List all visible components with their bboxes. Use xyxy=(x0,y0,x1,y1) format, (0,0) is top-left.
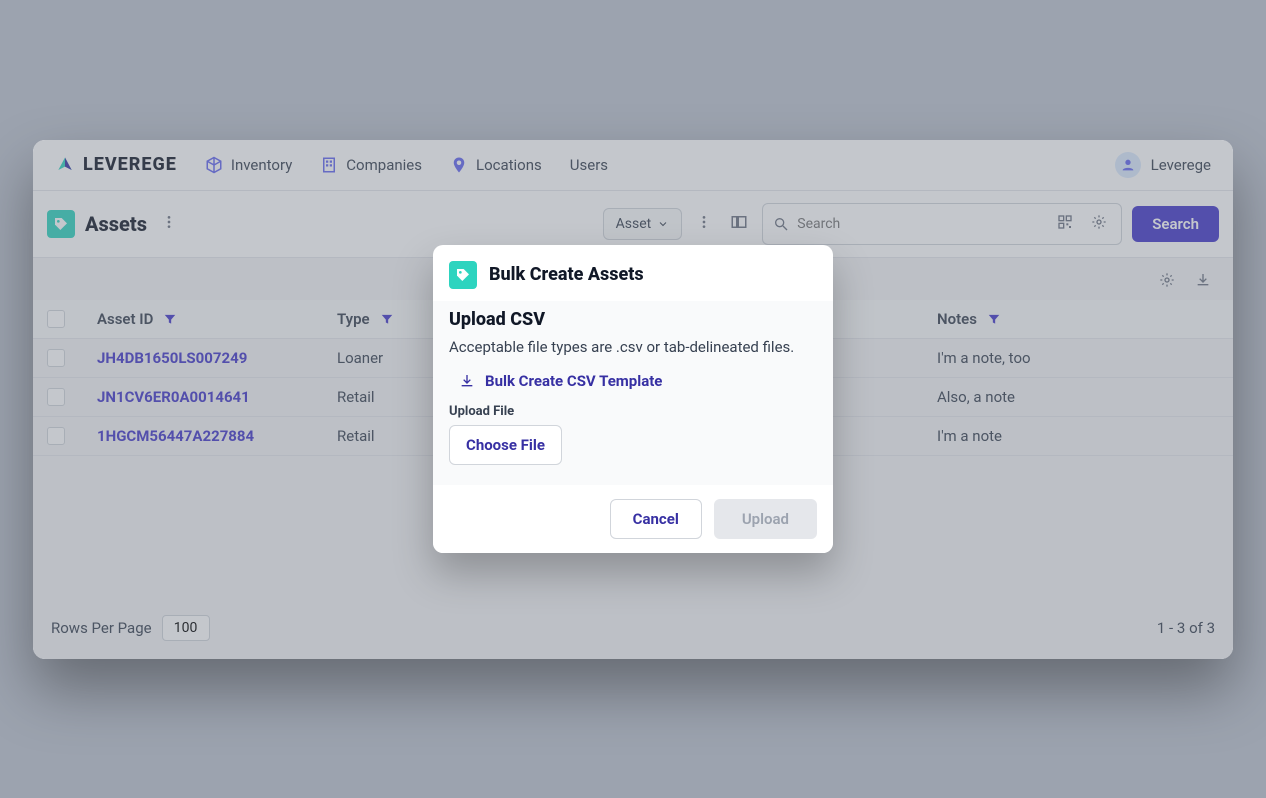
tag-icon xyxy=(449,261,477,289)
modal-title: Bulk Create Assets xyxy=(489,264,644,285)
modal-footer: Cancel Upload xyxy=(433,485,833,553)
upload-file-label: Upload File xyxy=(449,404,817,419)
csv-template-link[interactable]: Bulk Create CSV Template xyxy=(459,372,817,390)
upload-button[interactable]: Upload xyxy=(714,499,817,539)
upload-description: Acceptable file types are .csv or tab-de… xyxy=(449,336,817,359)
upload-section-title: Upload CSV xyxy=(449,309,817,330)
bulk-create-modal: Bulk Create Assets Upload CSV Acceptable… xyxy=(433,245,833,554)
download-icon xyxy=(459,373,475,389)
csv-template-label: Bulk Create CSV Template xyxy=(485,372,662,390)
modal-overlay: Bulk Create Assets Upload CSV Acceptable… xyxy=(33,140,1233,659)
modal-header: Bulk Create Assets xyxy=(433,245,833,301)
app-frame: LEVEREGE Inventory Companies Locations U… xyxy=(33,140,1233,659)
choose-file-button[interactable]: Choose File xyxy=(449,425,562,465)
cancel-button[interactable]: Cancel xyxy=(610,499,702,539)
modal-body: Upload CSV Acceptable file types are .cs… xyxy=(433,301,833,486)
